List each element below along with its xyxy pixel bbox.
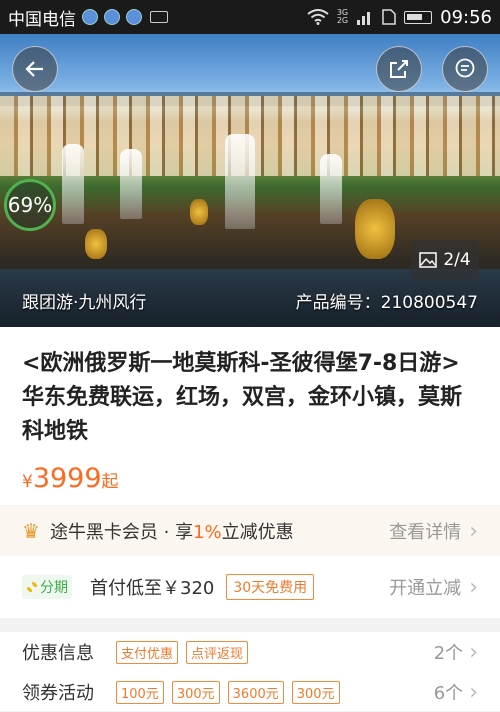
free-trial-tag: 30天免费用 [226, 574, 315, 600]
image-counter-text: 2/4 [443, 250, 471, 270]
product-code: 产品编号：210800547 [295, 293, 478, 313]
price: ¥3999起 [22, 463, 478, 494]
vip-details-link[interactable]: 查看详情 › [389, 518, 478, 544]
coupon-tag: 300元 [291, 680, 340, 704]
promo-row-coupons[interactable]: 领券活动 100元 300元 3600元 300元 6个 › [22, 672, 478, 712]
chevron-right-icon: › [469, 639, 478, 665]
clock: 09:56 [440, 6, 492, 28]
gold-statue [85, 229, 107, 259]
promo-label: 领券活动 [22, 683, 94, 704]
share-button[interactable] [376, 46, 422, 92]
sim-icon [382, 9, 396, 25]
arrow-left-icon [25, 61, 43, 77]
leaf-icon [27, 582, 37, 592]
fountain [62, 144, 84, 224]
discount-badge[interactable]: 69% [4, 179, 56, 231]
app-notification-icon [82, 9, 98, 25]
fountain [320, 154, 342, 224]
price-symbol: ¥ [22, 472, 33, 492]
battery-icon [404, 10, 433, 24]
installment-badge: 分期 [22, 575, 72, 599]
product-info: <欧洲俄罗斯一地莫斯科-圣彼得堡7-8日游>华东免费联运，红场，双宫，金环小镇，… [0, 327, 500, 505]
message-button[interactable] [442, 46, 488, 92]
share-icon [390, 60, 408, 78]
back-button[interactable] [12, 46, 58, 92]
installment-text: 首付低至￥320 [90, 578, 215, 599]
hero-image[interactable]: 69% 2/4 跟团游·九州风行 产品编号：210800547 [0, 34, 500, 327]
promo-row-discounts[interactable]: 优惠信息 支付优惠 点评返现 2个 › [22, 632, 478, 672]
coupon-tag: 300元 [171, 680, 220, 704]
fountain [120, 149, 142, 219]
image-icon [419, 252, 438, 268]
promo-tag: 支付优惠 [116, 640, 179, 664]
fountain [225, 134, 255, 229]
promo-label: 优惠信息 [22, 643, 94, 664]
chevron-right-icon: › [469, 679, 478, 705]
network-type: 3G 2G [336, 8, 349, 25]
wifi-icon [307, 9, 329, 25]
coupon-count: 6个 › [433, 679, 478, 705]
keyboard-icon [150, 11, 168, 23]
chevron-right-icon: › [469, 574, 478, 600]
vip-text: 途牛黑卡会员 · 享1%立减优惠 [49, 522, 294, 543]
price-suffix: 起 [101, 472, 119, 492]
vip-member-row[interactable]: ♛ 途牛黑卡会员 · 享1%立减优惠 查看详情 › [0, 506, 500, 556]
promo-tag: 点评返现 [186, 640, 249, 664]
gold-statue [355, 199, 395, 259]
status-bar: 中国电信 3G 2G 09:56 [0, 0, 500, 34]
coupon-tag: 100元 [116, 680, 164, 704]
promotions-section: 优惠信息 支付优惠 点评返现 2个 › 领券活动 100元 300元 3600元 … [0, 632, 500, 711]
promo-count: 2个 › [433, 639, 478, 665]
installment-row[interactable]: 分期 首付低至￥320 30天免费用 开通立减 › [0, 556, 500, 618]
chat-bubble-icon [455, 58, 475, 78]
price-value: 3999 [32, 463, 102, 494]
tour-type-caption: 跟团游·九州风行 [22, 293, 147, 313]
product-title: <欧洲俄罗斯一地莫斯科-圣彼得堡7-8日游>华东免费联运，红场，双宫，金环小镇，… [22, 351, 463, 444]
image-counter[interactable]: 2/4 [411, 240, 479, 280]
signal-icon [357, 12, 371, 25]
carrier-name: 中国电信 [8, 9, 76, 30]
app-notification-icon [126, 9, 142, 25]
gold-statue [190, 199, 208, 225]
coupon-tag: 3600元 [227, 680, 284, 704]
installment-activate-link[interactable]: 开通立减 › [389, 574, 478, 600]
app-notification-icon [104, 9, 120, 25]
chevron-right-icon: › [469, 518, 478, 544]
crown-icon: ♛ [22, 519, 40, 543]
